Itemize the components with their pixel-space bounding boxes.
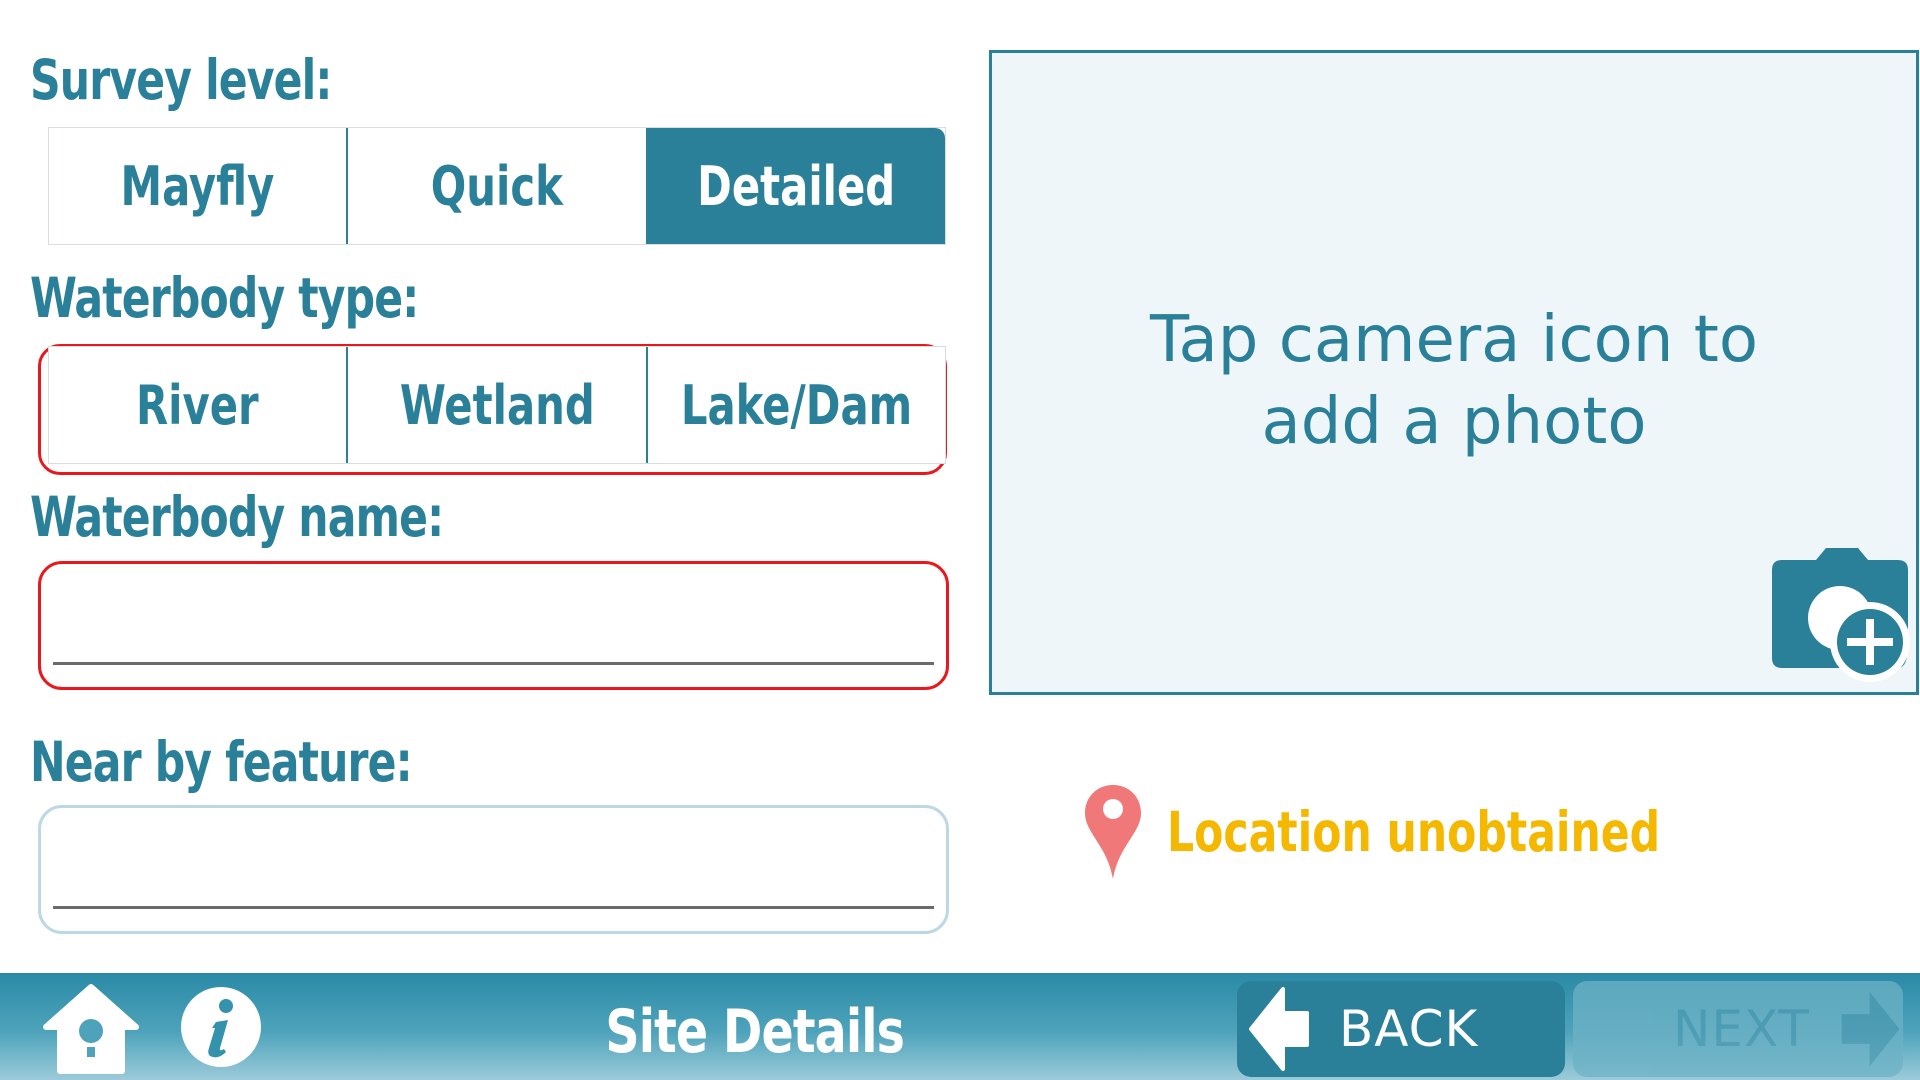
photo-hint-line1: Tap camera icon to bbox=[1150, 303, 1758, 377]
survey-option-detailed[interactable]: Detailed bbox=[647, 128, 945, 244]
arrow-left-icon bbox=[1249, 987, 1309, 1071]
camera-add-icon[interactable] bbox=[1772, 548, 1912, 688]
waterbody-type-selector: River Wetland Lake/Dam bbox=[48, 346, 946, 464]
nearby-feature-field bbox=[38, 805, 949, 934]
waterbody-option-wetland[interactable]: Wetland bbox=[348, 347, 648, 463]
arrow-right-icon bbox=[1841, 991, 1900, 1067]
next-label: NEXT bbox=[1673, 1000, 1810, 1058]
map-pin-icon bbox=[1085, 785, 1141, 879]
location-status-text: Location unobtained bbox=[1167, 800, 1661, 864]
back-label: BACK bbox=[1339, 1000, 1479, 1058]
survey-level-label: Survey level: bbox=[30, 48, 332, 112]
photo-hint: Tap camera icon to add a photo bbox=[992, 299, 1916, 463]
waterbody-option-river[interactable]: River bbox=[49, 347, 349, 463]
nearby-feature-label: Near by feature: bbox=[30, 730, 413, 794]
photo-hint-line2: add a photo bbox=[1261, 385, 1647, 459]
waterbody-name-field bbox=[38, 561, 949, 690]
waterbody-name-input[interactable] bbox=[53, 602, 934, 665]
waterbody-option-lake-dam[interactable]: Lake/Dam bbox=[648, 347, 945, 463]
waterbody-type-label: Waterbody type: bbox=[30, 266, 419, 330]
nearby-feature-input[interactable] bbox=[53, 846, 934, 909]
back-button[interactable]: BACK bbox=[1237, 981, 1565, 1077]
survey-option-quick[interactable]: Quick bbox=[348, 128, 648, 244]
next-button[interactable]: NEXT bbox=[1573, 981, 1903, 1077]
survey-level-selector: Mayfly Quick Detailed bbox=[48, 127, 946, 245]
survey-option-mayfly[interactable]: Mayfly bbox=[49, 128, 349, 244]
waterbody-name-label: Waterbody name: bbox=[30, 485, 444, 549]
location-status: Location unobtained bbox=[1083, 783, 1740, 881]
bottom-bar: Site Details BACK NEXT bbox=[0, 973, 1920, 1080]
